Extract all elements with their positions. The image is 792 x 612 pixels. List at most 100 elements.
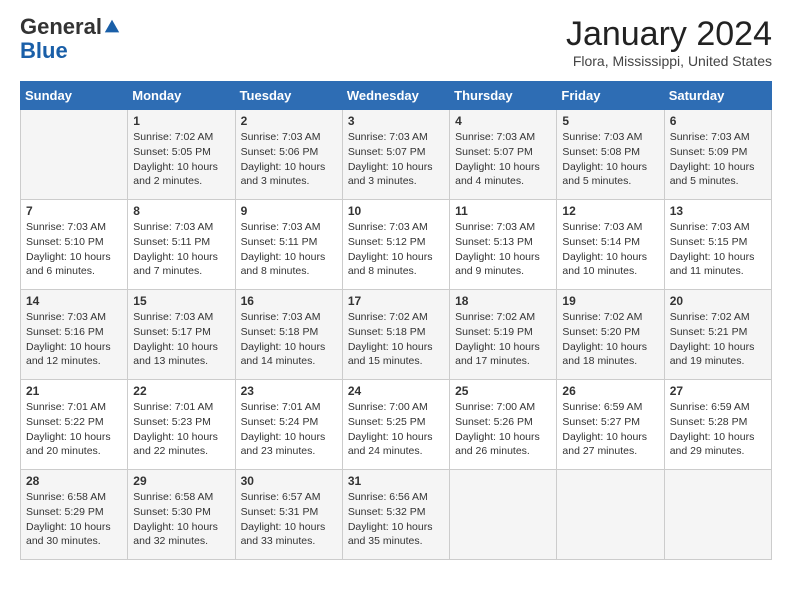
calendar-cell: 31Sunrise: 6:56 AMSunset: 5:32 PMDayligh… xyxy=(342,470,449,560)
week-row-5: 28Sunrise: 6:58 AMSunset: 5:29 PMDayligh… xyxy=(21,470,772,560)
cell-text: Sunrise: 7:03 AM xyxy=(562,130,658,145)
cell-text: Daylight: 10 hours xyxy=(348,160,444,175)
cell-text: Daylight: 10 hours xyxy=(348,520,444,535)
cell-text: and 30 minutes. xyxy=(26,534,122,549)
cell-text: Sunrise: 7:03 AM xyxy=(348,130,444,145)
calendar-cell: 9Sunrise: 7:03 AMSunset: 5:11 PMDaylight… xyxy=(235,200,342,290)
cell-text: and 29 minutes. xyxy=(670,444,766,459)
month-title: January 2024 xyxy=(566,16,772,53)
cell-text: Sunrise: 6:59 AM xyxy=(562,400,658,415)
cell-text: and 11 minutes. xyxy=(670,264,766,279)
cell-text: Sunrise: 6:58 AM xyxy=(26,490,122,505)
day-number: 14 xyxy=(26,294,122,308)
day-header-tuesday: Tuesday xyxy=(235,82,342,110)
day-number: 26 xyxy=(562,384,658,398)
day-number: 29 xyxy=(133,474,229,488)
cell-text: Daylight: 10 hours xyxy=(133,160,229,175)
cell-text: Daylight: 10 hours xyxy=(133,250,229,265)
cell-text: Daylight: 10 hours xyxy=(455,430,551,445)
cell-text: Sunset: 5:08 PM xyxy=(562,145,658,160)
day-number: 4 xyxy=(455,114,551,128)
cell-text: Sunrise: 7:03 AM xyxy=(241,220,337,235)
cell-text: and 3 minutes. xyxy=(241,174,337,189)
day-number: 28 xyxy=(26,474,122,488)
cell-text: and 9 minutes. xyxy=(455,264,551,279)
header-row: SundayMondayTuesdayWednesdayThursdayFrid… xyxy=(21,82,772,110)
cell-text: and 18 minutes. xyxy=(562,354,658,369)
day-number: 18 xyxy=(455,294,551,308)
cell-text: Daylight: 10 hours xyxy=(348,340,444,355)
cell-text: Sunset: 5:21 PM xyxy=(670,325,766,340)
cell-text: Sunset: 5:13 PM xyxy=(455,235,551,250)
day-header-thursday: Thursday xyxy=(450,82,557,110)
cell-text: and 2 minutes. xyxy=(133,174,229,189)
cell-text: Sunrise: 7:03 AM xyxy=(455,220,551,235)
calendar-cell: 7Sunrise: 7:03 AMSunset: 5:10 PMDaylight… xyxy=(21,200,128,290)
logo-general: General xyxy=(20,16,102,38)
calendar-cell: 10Sunrise: 7:03 AMSunset: 5:12 PMDayligh… xyxy=(342,200,449,290)
day-number: 8 xyxy=(133,204,229,218)
cell-text: Sunrise: 6:58 AM xyxy=(133,490,229,505)
cell-text: Sunrise: 7:01 AM xyxy=(26,400,122,415)
location: Flora, Mississippi, United States xyxy=(566,53,772,69)
cell-text: Sunrise: 7:03 AM xyxy=(455,130,551,145)
cell-text: and 4 minutes. xyxy=(455,174,551,189)
day-number: 16 xyxy=(241,294,337,308)
cell-text: and 5 minutes. xyxy=(670,174,766,189)
cell-text: and 14 minutes. xyxy=(241,354,337,369)
calendar-cell: 6Sunrise: 7:03 AMSunset: 5:09 PMDaylight… xyxy=(664,110,771,200)
cell-text: and 19 minutes. xyxy=(670,354,766,369)
day-number: 2 xyxy=(241,114,337,128)
day-header-saturday: Saturday xyxy=(664,82,771,110)
calendar-cell: 20Sunrise: 7:02 AMSunset: 5:21 PMDayligh… xyxy=(664,290,771,380)
day-number: 24 xyxy=(348,384,444,398)
cell-text: and 6 minutes. xyxy=(26,264,122,279)
cell-text: Sunrise: 7:00 AM xyxy=(455,400,551,415)
cell-text: Daylight: 10 hours xyxy=(26,340,122,355)
calendar-cell: 26Sunrise: 6:59 AMSunset: 5:27 PMDayligh… xyxy=(557,380,664,470)
cell-text: Daylight: 10 hours xyxy=(455,250,551,265)
day-number: 31 xyxy=(348,474,444,488)
day-number: 11 xyxy=(455,204,551,218)
day-number: 20 xyxy=(670,294,766,308)
cell-text: Sunset: 5:26 PM xyxy=(455,415,551,430)
cell-text: Sunrise: 7:03 AM xyxy=(133,220,229,235)
logo-icon xyxy=(103,18,121,36)
cell-text: Sunrise: 7:02 AM xyxy=(562,310,658,325)
logo-blue-text: Blue xyxy=(20,38,68,64)
calendar-cell: 23Sunrise: 7:01 AMSunset: 5:24 PMDayligh… xyxy=(235,380,342,470)
cell-text: and 8 minutes. xyxy=(241,264,337,279)
cell-text: Sunrise: 7:03 AM xyxy=(670,220,766,235)
calendar-cell xyxy=(450,470,557,560)
day-number: 22 xyxy=(133,384,229,398)
cell-text: and 10 minutes. xyxy=(562,264,658,279)
calendar-cell xyxy=(557,470,664,560)
cell-text: Sunrise: 7:01 AM xyxy=(133,400,229,415)
calendar-cell: 30Sunrise: 6:57 AMSunset: 5:31 PMDayligh… xyxy=(235,470,342,560)
cell-text: Sunrise: 7:02 AM xyxy=(133,130,229,145)
cell-text: Daylight: 10 hours xyxy=(133,520,229,535)
cell-text: Sunrise: 6:57 AM xyxy=(241,490,337,505)
calendar-cell: 19Sunrise: 7:02 AMSunset: 5:20 PMDayligh… xyxy=(557,290,664,380)
week-row-3: 14Sunrise: 7:03 AMSunset: 5:16 PMDayligh… xyxy=(21,290,772,380)
cell-text: and 3 minutes. xyxy=(348,174,444,189)
calendar-cell: 15Sunrise: 7:03 AMSunset: 5:17 PMDayligh… xyxy=(128,290,235,380)
cell-text: Daylight: 10 hours xyxy=(241,340,337,355)
day-header-sunday: Sunday xyxy=(21,82,128,110)
cell-text: Sunrise: 7:00 AM xyxy=(348,400,444,415)
day-number: 17 xyxy=(348,294,444,308)
calendar-cell: 24Sunrise: 7:00 AMSunset: 5:25 PMDayligh… xyxy=(342,380,449,470)
cell-text: Sunrise: 7:03 AM xyxy=(241,310,337,325)
day-number: 15 xyxy=(133,294,229,308)
day-number: 1 xyxy=(133,114,229,128)
calendar-cell: 28Sunrise: 6:58 AMSunset: 5:29 PMDayligh… xyxy=(21,470,128,560)
cell-text: Sunset: 5:28 PM xyxy=(670,415,766,430)
cell-text: Sunset: 5:06 PM xyxy=(241,145,337,160)
cell-text: and 13 minutes. xyxy=(133,354,229,369)
cell-text: Sunset: 5:14 PM xyxy=(562,235,658,250)
cell-text: Daylight: 10 hours xyxy=(241,520,337,535)
cell-text: Sunrise: 7:03 AM xyxy=(670,130,766,145)
week-row-1: 1Sunrise: 7:02 AMSunset: 5:05 PMDaylight… xyxy=(21,110,772,200)
cell-text: Daylight: 10 hours xyxy=(241,430,337,445)
cell-text: Daylight: 10 hours xyxy=(241,250,337,265)
